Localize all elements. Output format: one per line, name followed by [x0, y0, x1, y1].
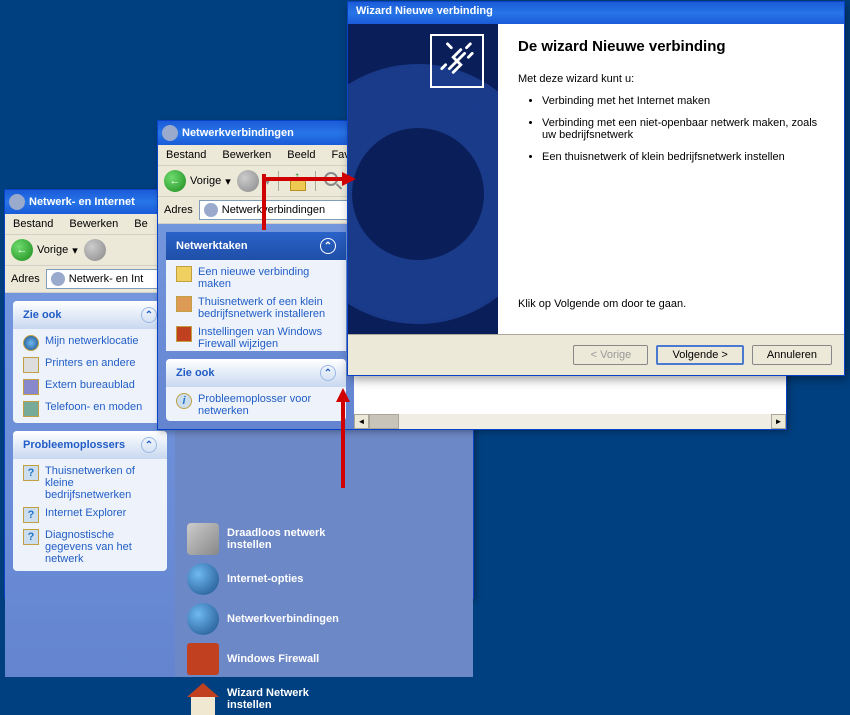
cp-wireless[interactable]: Draadloos netwerk instellen — [187, 523, 347, 555]
chevron-up-icon: ⌃ — [320, 365, 336, 381]
panel-header[interactable]: Zie ook ⌃ — [13, 301, 167, 329]
firewall-icon — [187, 643, 219, 675]
wizard-next-hint: Klik op Volgende om door te gaan. — [518, 298, 824, 310]
bullet-item: Verbinding met het Internet maken — [542, 95, 824, 107]
globe-icon — [187, 603, 219, 635]
wizard-sidebar-graphic — [348, 24, 498, 334]
back-button: < Vorige — [573, 345, 648, 365]
task-diagnostics[interactable]: ?Diagnostische gegevens van het netwerk — [23, 529, 157, 565]
menu-edit[interactable]: Bewerken — [65, 216, 122, 232]
help-icon: ? — [23, 529, 39, 545]
address-value: Netwerkverbindingen — [222, 204, 325, 216]
sidebar: Netwerktaken ⌃ Een nieuwe verbinding mak… — [158, 224, 354, 429]
next-button[interactable]: Volgende > — [656, 345, 743, 365]
dropdown-icon: ▾ — [225, 175, 231, 188]
task-troubleshooter[interactable]: iProbleemoplosser voor netwerken — [176, 393, 336, 417]
dropdown-icon: ▾ — [72, 244, 78, 257]
wizard-button-bar: < Vorige Volgende > Annuleren — [348, 334, 844, 375]
scroll-thumb[interactable] — [369, 414, 399, 429]
wizard-titlebar[interactable]: Wizard Nieuwe verbinding — [348, 2, 844, 24]
panel-see-also: Zie ook ⌃ Mijn netwerklocatie Printers e… — [13, 301, 167, 423]
task-printers[interactable]: Printers en andere — [23, 357, 157, 373]
menu-file[interactable]: Bestand — [9, 216, 57, 232]
forward-button[interactable] — [84, 239, 106, 261]
search-button[interactable] — [324, 172, 342, 190]
chevron-up-icon: ⌃ — [320, 238, 336, 254]
panel-header[interactable]: Zie ook ⌃ — [166, 359, 346, 387]
printer-icon — [23, 357, 39, 373]
globe-decoration — [348, 64, 498, 324]
cp-network-wizard[interactable]: Wizard Netwerk instellen — [187, 683, 347, 715]
back-label: Vorige — [37, 244, 68, 256]
plug-icon — [430, 34, 484, 88]
globe-icon — [187, 563, 219, 595]
back-button[interactable]: ← Vorige ▾ — [11, 239, 78, 261]
folder-icon — [204, 203, 218, 217]
help-icon: ? — [23, 507, 39, 523]
globe-icon — [23, 335, 39, 351]
wizard-new-connection: Wizard Nieuwe verbinding De wizard Nieuw… — [347, 1, 845, 376]
separator — [278, 171, 279, 191]
chevron-up-icon: ⌃ — [141, 437, 157, 453]
forward-button[interactable] — [237, 170, 259, 192]
scroll-right-button[interactable]: ► — [771, 414, 786, 429]
wizard-title: Wizard Nieuwe verbinding — [356, 5, 493, 17]
address-value: Netwerk- en Int — [69, 273, 144, 285]
monitor-icon — [23, 379, 39, 395]
back-arrow-icon: ← — [164, 170, 186, 192]
back-arrow-icon: ← — [11, 239, 33, 261]
cp-internet-options[interactable]: Internet-opties — [187, 563, 347, 595]
menu-view[interactable]: Be — [130, 216, 151, 232]
wireless-icon — [187, 523, 219, 555]
new-connection-icon — [176, 266, 192, 282]
cancel-button[interactable]: Annuleren — [752, 345, 832, 365]
task-home-networks[interactable]: ?Thuisnetwerken of kleine bedrijfsnetwer… — [23, 465, 157, 501]
phone-icon — [23, 401, 39, 417]
separator — [315, 171, 316, 191]
address-label: Adres — [11, 273, 40, 285]
help-icon: ? — [23, 465, 39, 481]
address-label: Adres — [164, 204, 193, 216]
scroll-left-button[interactable]: ◄ — [354, 414, 369, 429]
cp-firewall[interactable]: Windows Firewall — [187, 643, 347, 675]
bullet-item: Verbinding met een niet-openbaar netwerk… — [542, 117, 824, 141]
horizontal-scrollbar[interactable]: ◄ ► — [354, 414, 786, 429]
sidebar: Zie ook ⌃ Mijn netwerklocatie Printers e… — [5, 293, 175, 677]
task-new-connection[interactable]: Een nieuwe verbinding maken — [176, 266, 336, 290]
dropdown-icon: ▾ — [265, 175, 271, 188]
back-label: Vorige — [190, 175, 221, 187]
chevron-up-icon: ⌃ — [141, 307, 157, 323]
folder-icon — [51, 272, 65, 286]
panel-header[interactable]: Netwerktaken ⌃ — [166, 232, 346, 260]
house-icon — [187, 683, 219, 715]
task-firewall-settings[interactable]: Instellingen van Windows Firewall wijzig… — [176, 326, 336, 350]
wizard-content: De wizard Nieuwe verbinding Met deze wiz… — [498, 24, 844, 334]
task-home-network[interactable]: Thuisnetwerk of een klein bedrijfsnetwer… — [176, 296, 336, 320]
panel-see-also: Zie ook ⌃ iProbleemoplosser voor netwerk… — [166, 359, 346, 421]
menu-edit[interactable]: Bewerken — [218, 147, 275, 163]
wizard-intro: Met deze wizard kunt u: — [518, 73, 824, 85]
panel-network-tasks: Netwerktaken ⌃ Een nieuwe verbinding mak… — [166, 232, 346, 351]
network-icon — [9, 194, 25, 210]
up-folder-button[interactable] — [287, 171, 307, 191]
house-icon — [176, 296, 192, 312]
info-icon: i — [176, 393, 192, 409]
back-button[interactable]: ← Vorige ▾ — [164, 170, 231, 192]
task-ie[interactable]: ?Internet Explorer — [23, 507, 157, 523]
cp-network-connections[interactable]: Netwerkverbindingen — [187, 603, 347, 635]
task-my-network[interactable]: Mijn netwerklocatie — [23, 335, 157, 351]
task-remote-desktop[interactable]: Extern bureaublad — [23, 379, 157, 395]
menu-view[interactable]: Beeld — [283, 147, 319, 163]
panel-troubleshooters: Probleemoplossers ⌃ ?Thuisnetwerken of k… — [13, 431, 167, 571]
firewall-icon — [176, 326, 192, 342]
network-icon — [162, 125, 178, 141]
bullet-item: Een thuisnetwerk of klein bedrijfsnetwer… — [542, 151, 824, 163]
menu-file[interactable]: Bestand — [162, 147, 210, 163]
scroll-track[interactable] — [369, 414, 771, 429]
task-phone-modem[interactable]: Telefoon- en moden — [23, 401, 157, 417]
panel-header[interactable]: Probleemoplossers ⌃ — [13, 431, 167, 459]
wizard-heading: De wizard Nieuwe verbinding — [518, 38, 824, 55]
wizard-bullets: Verbinding met het Internet maken Verbin… — [518, 95, 824, 173]
